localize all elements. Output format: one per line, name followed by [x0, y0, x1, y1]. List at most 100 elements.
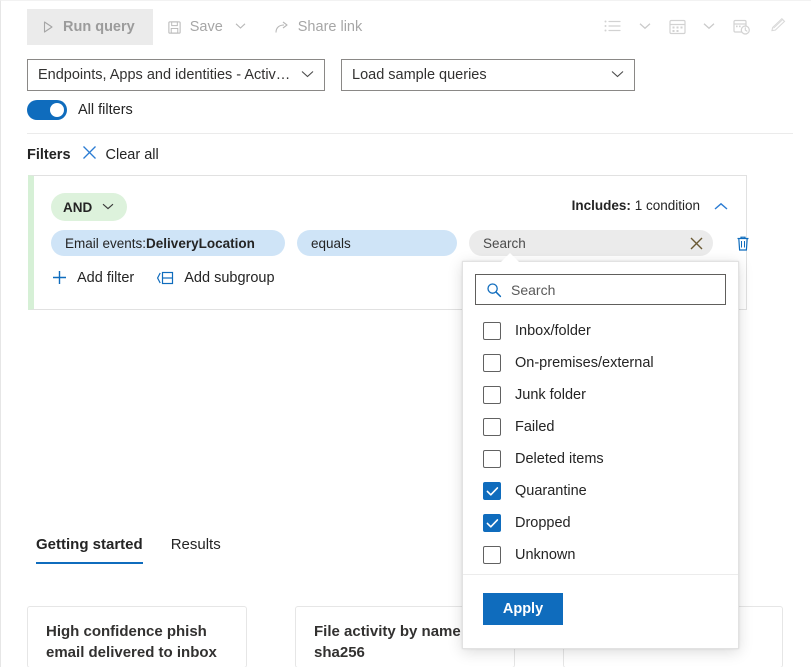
save-label: Save: [190, 19, 223, 35]
chevron-down-icon: [611, 69, 624, 81]
close-icon: [81, 144, 98, 165]
filters-header: Filters Clear all: [27, 144, 159, 165]
pen-icon[interactable]: [762, 9, 796, 43]
list-item-label: Unknown: [515, 547, 575, 563]
share-link-label: Share link: [298, 19, 362, 35]
list-item[interactable]: Deleted items: [463, 443, 738, 475]
list-icon[interactable]: [596, 9, 630, 43]
and-operator-dropdown[interactable]: AND: [51, 193, 127, 221]
list-item[interactable]: Inbox/folder: [463, 315, 738, 347]
list-item[interactable]: Junk folder: [463, 379, 738, 411]
chevron-up-icon[interactable]: [710, 195, 732, 217]
add-filter-label: Add filter: [77, 270, 134, 286]
list-item-label: Quarantine: [515, 483, 587, 499]
tab-results[interactable]: Results: [171, 536, 221, 564]
tab-results-label: Results: [171, 536, 221, 553]
checkbox[interactable]: [483, 482, 501, 500]
chevron-down-icon: [102, 202, 114, 213]
clear-all-text: Clear all: [106, 147, 159, 163]
add-row: Add filter Add subgroup: [51, 269, 275, 286]
chevron-down-icon: [301, 69, 314, 81]
add-filter-button[interactable]: Add filter: [51, 269, 134, 286]
includes-prefix: Includes:: [572, 198, 631, 213]
divider: [27, 133, 793, 134]
list-item[interactable]: Dropped: [463, 507, 738, 539]
toolbar-right-icons: [596, 9, 796, 43]
scope-select[interactable]: Endpoints, Apps and identities - Activit…: [27, 59, 325, 91]
filters-title: Filters: [27, 147, 71, 163]
run-query-label: Run query: [63, 19, 135, 35]
save-button[interactable]: Save: [153, 9, 260, 45]
dropdown-search-placeholder: Search: [511, 282, 555, 298]
condition-field-name: DeliveryLocation: [146, 236, 255, 251]
share-icon: [274, 20, 290, 35]
all-filters-toggle-row: All filters: [27, 100, 133, 120]
chevron-down-icon[interactable]: [235, 22, 246, 33]
condition-value-field[interactable]: Search: [469, 230, 713, 256]
checkbox[interactable]: [483, 514, 501, 532]
run-query-button[interactable]: Run query: [27, 9, 153, 45]
list-item-label: On-premises/external: [515, 355, 654, 371]
delete-condition-icon[interactable]: [731, 231, 755, 255]
all-filters-label: All filters: [78, 102, 133, 118]
calendar-icon[interactable]: [660, 9, 694, 43]
condition-field-pill[interactable]: Email events: DeliveryLocation: [51, 230, 285, 256]
list-item[interactable]: Failed: [463, 411, 738, 443]
condition-operator-label: equals: [311, 236, 351, 251]
list-item-label: Deleted items: [515, 451, 604, 467]
clear-all-button[interactable]: Clear all: [81, 144, 159, 165]
scope-select-value: Endpoints, Apps and identities - Activit…: [38, 67, 291, 83]
dropdown-search-wrap: Search: [463, 262, 738, 313]
list-chevron-down-icon[interactable]: [634, 9, 656, 43]
includes-summary: Includes: 1 condition: [572, 198, 700, 213]
dropdown-footer: Apply: [463, 574, 738, 648]
list-item-label: Junk folder: [515, 387, 586, 403]
checkbox[interactable]: [483, 354, 501, 372]
tab-bar: Getting started Results: [36, 536, 221, 564]
checkbox[interactable]: [483, 386, 501, 404]
all-filters-toggle[interactable]: [27, 100, 67, 120]
plus-icon: [51, 269, 68, 286]
list-item[interactable]: Unknown: [463, 539, 738, 571]
tab-getting-started[interactable]: Getting started: [36, 536, 143, 564]
tab-getting-started-label: Getting started: [36, 536, 143, 553]
checkbox[interactable]: [483, 322, 501, 340]
condition-value-placeholder: Search: [469, 236, 679, 251]
sample-query-card-title: File activity by name or sha256: [314, 623, 480, 661]
subgroup-icon: [156, 270, 175, 286]
list-item-label: Failed: [515, 419, 555, 435]
calendar-chevron-down-icon[interactable]: [698, 9, 720, 43]
condition-operator-pill[interactable]: equals: [297, 230, 457, 256]
add-subgroup-label: Add subgroup: [184, 270, 274, 286]
toolbar: Run query Save Share link: [1, 1, 811, 53]
sample-query-card-title: High confidence phish email delivered to…: [46, 623, 217, 661]
list-item[interactable]: On-premises/external: [463, 347, 738, 379]
selector-row: Endpoints, Apps and identities - Activit…: [27, 59, 635, 91]
add-subgroup-button[interactable]: Add subgroup: [156, 270, 274, 286]
clear-value-icon[interactable]: [679, 230, 713, 256]
share-link-button[interactable]: Share link: [260, 9, 376, 45]
floppy-disk-icon: [167, 20, 182, 35]
condition-field-prefix: Email events:: [65, 236, 146, 251]
dropdown-search-input[interactable]: Search: [475, 274, 726, 305]
calendar-clock-icon[interactable]: [724, 9, 758, 43]
list-item-label: Dropped: [515, 515, 571, 531]
and-operator-label: AND: [63, 200, 92, 215]
dropdown-option-list: Inbox/folder On-premises/external Junk f…: [463, 313, 738, 571]
advanced-hunting-page: Run query Save Share link: [0, 0, 811, 667]
toggle-knob: [50, 103, 64, 117]
list-item[interactable]: Quarantine: [463, 475, 738, 507]
checkbox[interactable]: [483, 546, 501, 564]
load-sample-queries-select[interactable]: Load sample queries: [341, 59, 635, 91]
list-item-label: Inbox/folder: [515, 323, 591, 339]
sample-select-value: Load sample queries: [352, 67, 487, 83]
play-icon: [41, 20, 55, 34]
delivery-location-dropdown: Search Inbox/folder On-premises/external…: [462, 261, 739, 649]
search-icon: [486, 282, 502, 298]
filter-condition-row: Email events: DeliveryLocation equals Se…: [51, 230, 755, 256]
includes-value: 1 condition: [635, 198, 700, 213]
apply-button[interactable]: Apply: [483, 593, 563, 625]
checkbox[interactable]: [483, 418, 501, 436]
sample-query-card[interactable]: High confidence phish email delivered to…: [27, 606, 247, 667]
checkbox[interactable]: [483, 450, 501, 468]
